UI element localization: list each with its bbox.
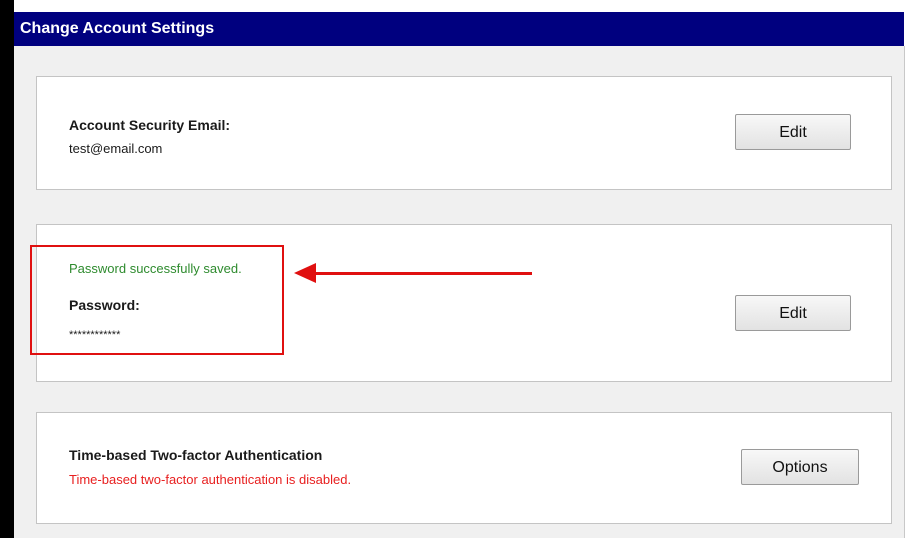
window-title: Change Account Settings (14, 12, 904, 46)
window-top-edge (14, 0, 907, 12)
email-label: Account Security Email: (69, 117, 231, 133)
twofactor-status-message: Time-based two-factor authentication is … (69, 472, 352, 487)
email-value: test@email.com (69, 141, 163, 156)
twofactor-panel: Time-based Two-factor Authentication Tim… (36, 412, 892, 524)
edit-password-button[interactable]: Edit (735, 295, 851, 331)
annotation-highlight-box (30, 245, 284, 355)
twofactor-label: Time-based Two-factor Authentication (69, 447, 323, 463)
annotation-arrow-line (310, 272, 532, 275)
window-left-border (0, 0, 14, 538)
email-panel: Account Security Email: test@email.com E… (36, 76, 892, 190)
edit-email-button[interactable]: Edit (735, 114, 851, 150)
settings-window: Change Account Settings Account Security… (0, 0, 907, 538)
twofactor-options-button[interactable]: Options (741, 449, 859, 485)
